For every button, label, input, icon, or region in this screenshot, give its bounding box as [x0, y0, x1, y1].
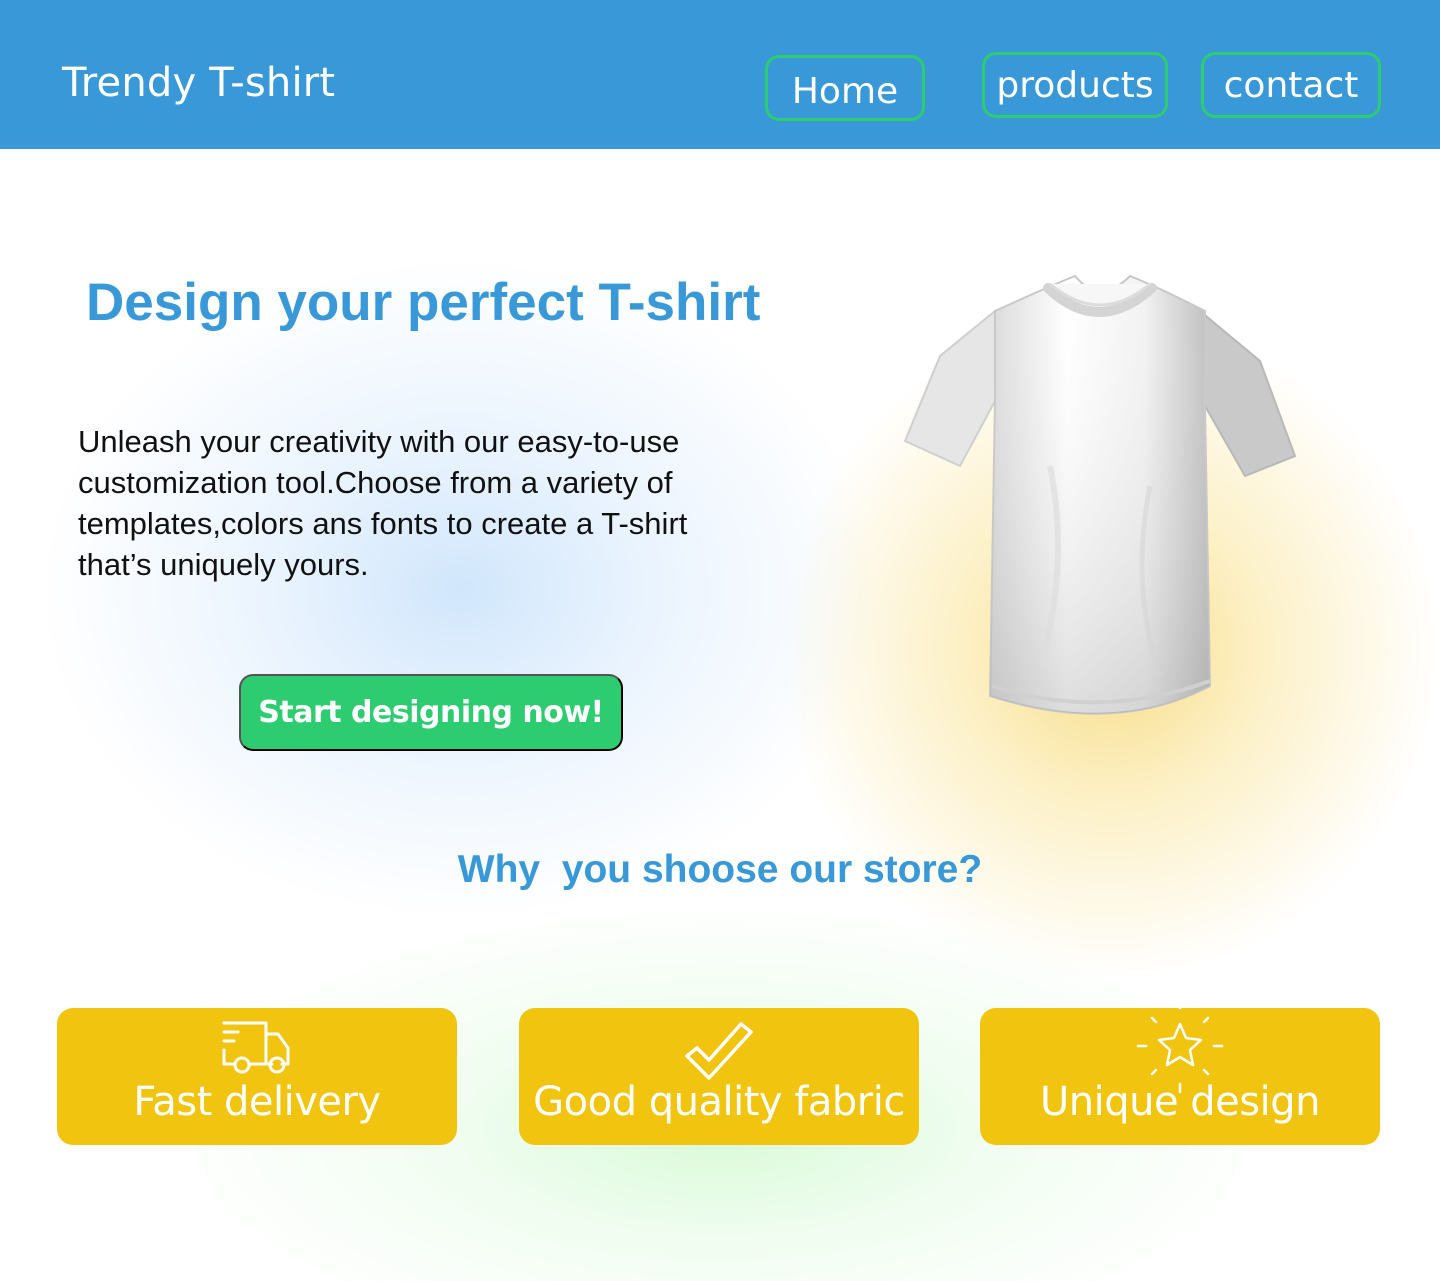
checkmark-icon — [685, 1022, 753, 1080]
site-header: Trendy T-shirt Home products contact — [0, 0, 1440, 149]
feature-card-good-quality-fabric[interactable]: Good quality fabric — [519, 1008, 919, 1145]
nav-home-button[interactable]: Home — [765, 55, 925, 121]
why-section-title: Why you shoose our store? — [457, 848, 983, 891]
start-designing-button[interactable]: Start designing now! — [239, 674, 623, 751]
feature-label: Fast delivery — [133, 1079, 381, 1125]
nav-products-button[interactable]: products — [982, 52, 1168, 118]
tshirt-icon — [903, 274, 1297, 715]
delivery-truck-icon — [222, 1021, 290, 1074]
feature-label: Good quality fabric — [533, 1079, 905, 1125]
feature-card-unique-design[interactable]: Unique design — [980, 998, 1380, 1145]
hero-description: Unleash your creativity with our easy-to… — [78, 424, 688, 582]
feature-label: Unique design — [1039, 1079, 1321, 1125]
hero-title: Design your perfect T-shirt — [86, 273, 761, 332]
nav-contact-button[interactable]: contact — [1201, 52, 1381, 118]
brand-logo-text[interactable]: Trendy T-shirt — [62, 58, 335, 108]
feature-card-fast-delivery[interactable]: Fast delivery — [57, 1008, 457, 1145]
